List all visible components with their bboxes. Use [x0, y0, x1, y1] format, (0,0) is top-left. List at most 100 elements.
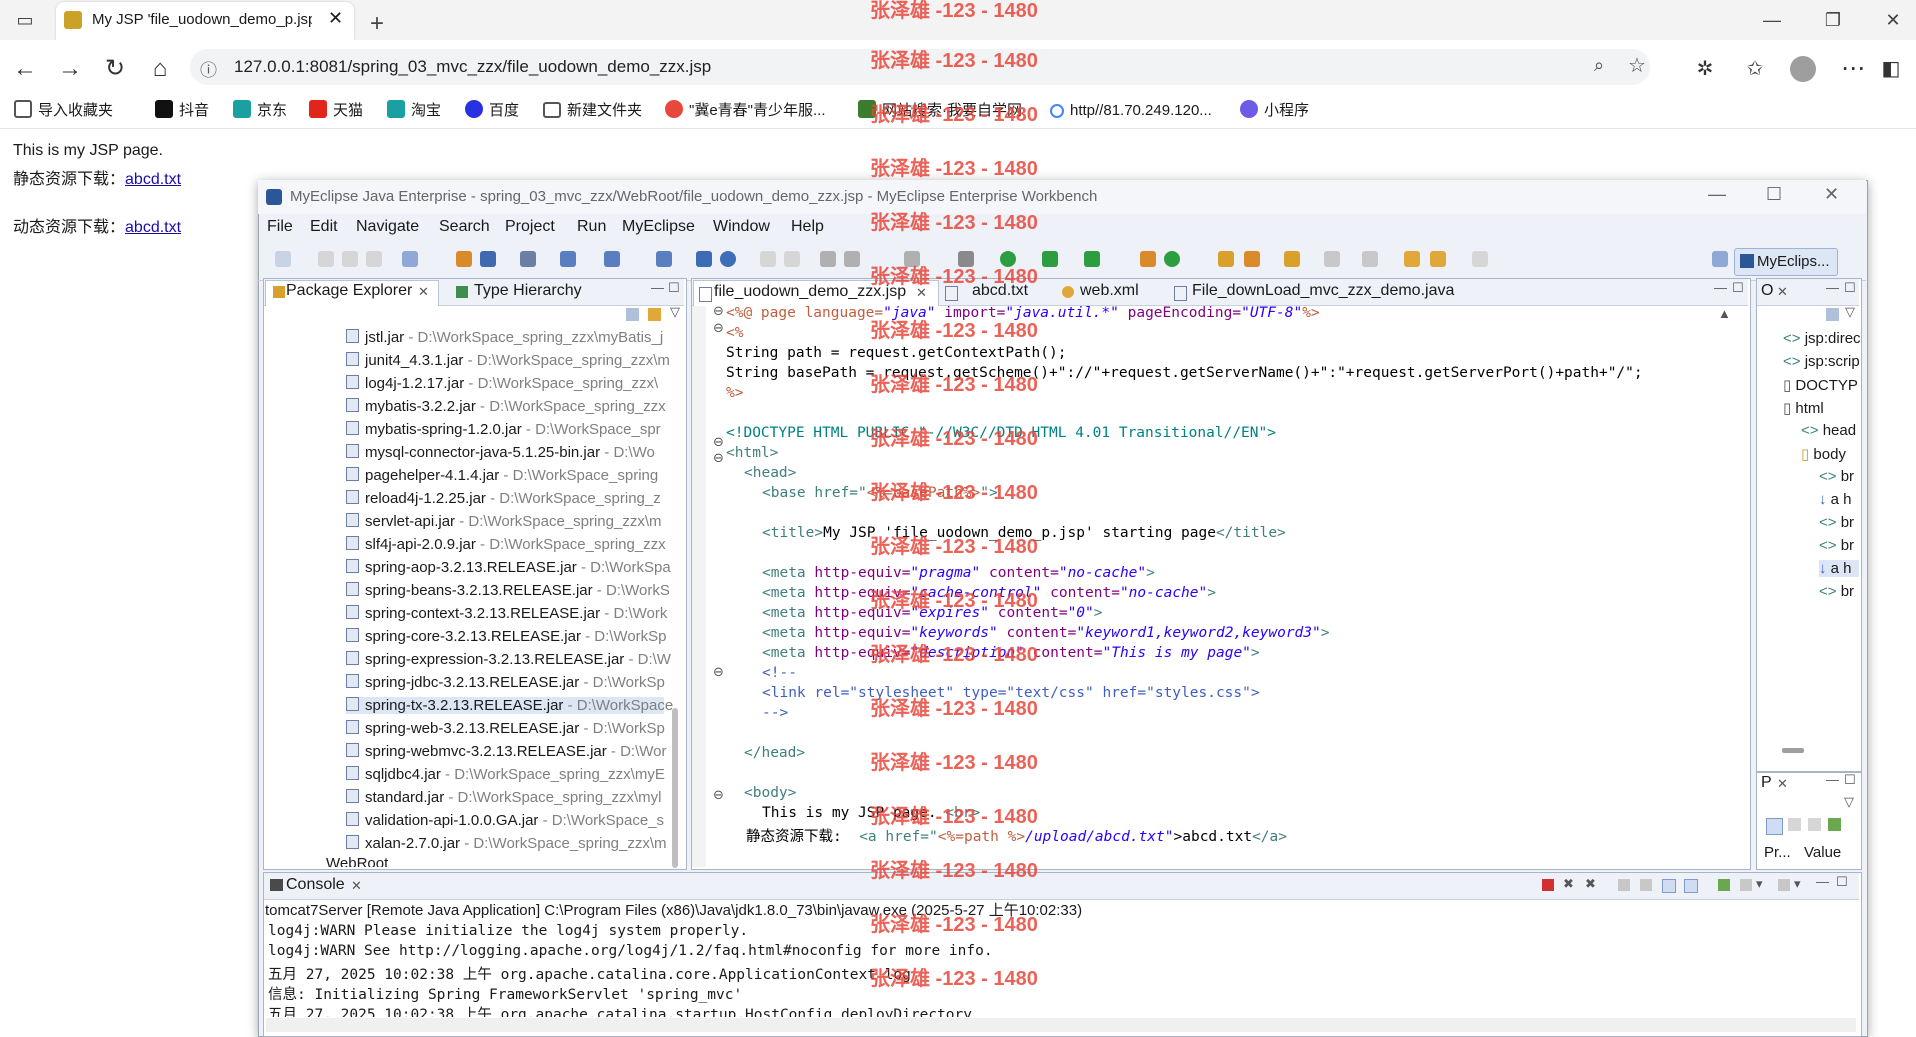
list-item[interactable]: xalan-2.7.0.jar - D:\WorkSpace_spring_zz…: [346, 835, 667, 852]
print-icon[interactable]: [366, 251, 382, 267]
outline-item[interactable]: ▯ body: [1801, 445, 1846, 463]
fav-baidu[interactable]: 百度: [465, 100, 519, 122]
list-item[interactable]: spring-jdbc-3.2.13.RELEASE.jar - D:\Work…: [346, 674, 665, 691]
restore-icon[interactable]: ❐: [1818, 10, 1848, 34]
ide-maximize-icon[interactable]: ☐: [1766, 184, 1782, 205]
forward-nav-icon[interactable]: [784, 251, 800, 267]
perspective-button[interactable]: MyEclips...: [1734, 248, 1838, 276]
open-perspective-icon[interactable]: [1712, 251, 1728, 267]
home-icon[interactable]: ⌂: [145, 54, 175, 84]
browser-tool-icon[interactable]: [560, 251, 576, 267]
menu-navigate[interactable]: Navigate: [356, 218, 419, 236]
fav-douyin[interactable]: 抖音: [155, 100, 209, 122]
globe-icon[interactable]: [720, 251, 736, 267]
extensions-icon[interactable]: ✲: [1690, 54, 1720, 84]
server-icon[interactable]: [520, 251, 536, 267]
new-tab-icon[interactable]: +: [362, 10, 392, 37]
display-console-menu-icon[interactable]: ▾: [1756, 876, 1763, 892]
favorite-star-icon[interactable]: ☆: [1628, 53, 1646, 78]
code-line-body[interactable]: <body>: [744, 785, 796, 801]
fold-icon[interactable]: ⊖: [713, 664, 724, 680]
fav-taobao[interactable]: 淘宝: [387, 100, 441, 122]
editor-minimize-icon[interactable]: —: [1714, 280, 1727, 295]
new-class-icon[interactable]: [1164, 251, 1180, 267]
close-package-explorer-icon[interactable]: ✕: [418, 284, 429, 300]
show-stdout-icon[interactable]: [1662, 879, 1676, 893]
code-line-meta-1[interactable]: <meta http-equiv="pragma" content="no-ca…: [762, 565, 1155, 581]
static-download-link[interactable]: abcd.txt: [125, 171, 181, 188]
remove-all-icon[interactable]: ✖: [1585, 876, 1596, 892]
list-item[interactable]: spring-context-3.2.13.RELEASE.jar - D:\W…: [346, 605, 667, 622]
ide-minimize-icon[interactable]: —: [1708, 184, 1726, 205]
list-item[interactable]: sqljdbc4.jar - D:\WorkSpace_spring_zzx\m…: [346, 766, 665, 783]
save-all-icon[interactable]: [342, 251, 358, 267]
tab-console[interactable]: Console: [286, 876, 345, 894]
collapse-all-icon[interactable]: [626, 308, 639, 321]
new-icon[interactable]: [275, 251, 291, 267]
menu-file[interactable]: File: [267, 218, 293, 236]
profile-avatar[interactable]: [1790, 56, 1816, 82]
tab-properties[interactable]: P: [1761, 774, 1772, 792]
list-item-selected[interactable]: spring-tx-3.2.13.RELEASE.jar - D:\WorkSp…: [346, 697, 673, 714]
java-browser-icon[interactable]: [696, 251, 712, 267]
console-hscrollbar[interactable]: [266, 1018, 1856, 1032]
list-item[interactable]: standard.jar - D:\WorkSpace_spring_zzx\m…: [346, 789, 662, 806]
back-icon[interactable]: ←: [10, 54, 40, 84]
fav-import[interactable]: 导入收藏夹: [14, 100, 113, 122]
list-item[interactable]: spring-webmvc-3.2.13.RELEASE.jar - D:\Wo…: [346, 743, 667, 760]
fav-ip-link[interactable]: http//81.70.249.120...: [1050, 100, 1212, 122]
url-text[interactable]: 127.0.0.1:8081/spring_03_mvc_zzx/file_uo…: [234, 57, 711, 77]
favorites-icon[interactable]: ✩: [1740, 54, 1770, 84]
list-item[interactable]: mysql-connector-java-5.1.25-bin.jar - D:…: [346, 444, 655, 461]
tab-web-xml[interactable]: web.xml: [1080, 282, 1139, 300]
code-line-html[interactable]: <html>: [726, 445, 778, 461]
fold-icon[interactable]: ⊖: [713, 450, 724, 466]
properties-minimize-icon[interactable]: —: [1826, 772, 1839, 787]
outline-minimize-icon[interactable]: —: [1826, 280, 1839, 295]
search-tool-icon[interactable]: [844, 251, 860, 267]
list-item[interactable]: slf4j-api-2.0.9.jar - D:\WorkSpace_sprin…: [346, 536, 666, 553]
outline-menu-icon[interactable]: ▽: [1845, 304, 1855, 320]
pin-icon[interactable]: [1828, 818, 1841, 831]
outline-item[interactable]: <> br: [1819, 514, 1854, 531]
list-item[interactable]: servlet-api.jar - D:\WorkSpace_spring_zz…: [346, 513, 662, 530]
outline-scrollbar[interactable]: [1782, 748, 1804, 753]
site-info-icon[interactable]: ⓘ: [200, 56, 217, 81]
list-item[interactable]: reload4j-1.2.25.jar - D:\WorkSpace_sprin…: [346, 490, 661, 507]
webroot-folder[interactable]: WebRoot: [326, 855, 388, 867]
list-item[interactable]: spring-web-3.2.13.RELEASE.jar - D:\WorkS…: [346, 720, 665, 737]
new-project-icon[interactable]: [402, 251, 418, 267]
package-icon[interactable]: [1140, 251, 1156, 267]
terminate-icon[interactable]: [1542, 879, 1554, 891]
sidebar-toggle-icon[interactable]: ◧: [1876, 54, 1906, 84]
close-properties-icon[interactable]: ✕: [1777, 776, 1788, 792]
clear-console-icon[interactable]: [1618, 879, 1630, 891]
view-menu-icon[interactable]: ▽: [670, 304, 680, 320]
history-back-icon[interactable]: [1430, 251, 1446, 267]
ide-close-icon[interactable]: ✕: [1824, 184, 1839, 205]
code-line-4[interactable]: String basePath = request.getScheme()+":…: [726, 365, 1643, 381]
fav-jieqingchun[interactable]: "冀e青春"青少年服...: [665, 100, 826, 122]
fold-icon[interactable]: ⊖: [713, 320, 724, 336]
outline-collapse-icon[interactable]: [1826, 308, 1839, 321]
code-line-meta-4[interactable]: <meta http-equiv="keywords" content="key…: [762, 625, 1329, 641]
console-maximize-icon[interactable]: ☐: [1836, 874, 1848, 890]
refresh-icon[interactable]: ↻: [100, 54, 130, 84]
menu-edit[interactable]: Edit: [310, 218, 338, 236]
list-item[interactable]: junit4_4.3.1.jar - D:\WorkSpace_spring_z…: [346, 352, 670, 369]
restore-default-icon[interactable]: [1808, 818, 1821, 831]
list-item[interactable]: mybatis-3.2.2.jar - D:\WorkSpace_spring_…: [346, 398, 666, 415]
open-console-icon[interactable]: [1778, 879, 1790, 891]
code-line-head[interactable]: <head>: [744, 465, 796, 481]
properties-maximize-icon[interactable]: ☐: [1844, 772, 1856, 788]
remove-launch-icon[interactable]: ✖: [1563, 876, 1574, 892]
outline-item[interactable]: ▯ html: [1783, 399, 1824, 417]
list-item[interactable]: spring-core-3.2.13.RELEASE.jar - D:\Work…: [346, 628, 667, 645]
deploy-icon[interactable]: [480, 251, 496, 267]
fold-icon[interactable]: ⊖: [713, 303, 724, 319]
forward-icon[interactable]: →: [55, 54, 85, 84]
scroll-lock-icon[interactable]: [1640, 879, 1652, 891]
scroll-up-icon[interactable]: ▲: [1718, 306, 1731, 321]
code-line-3[interactable]: String path = request.getContextPath();: [726, 345, 1066, 361]
advanced-icon[interactable]: [1788, 818, 1801, 831]
